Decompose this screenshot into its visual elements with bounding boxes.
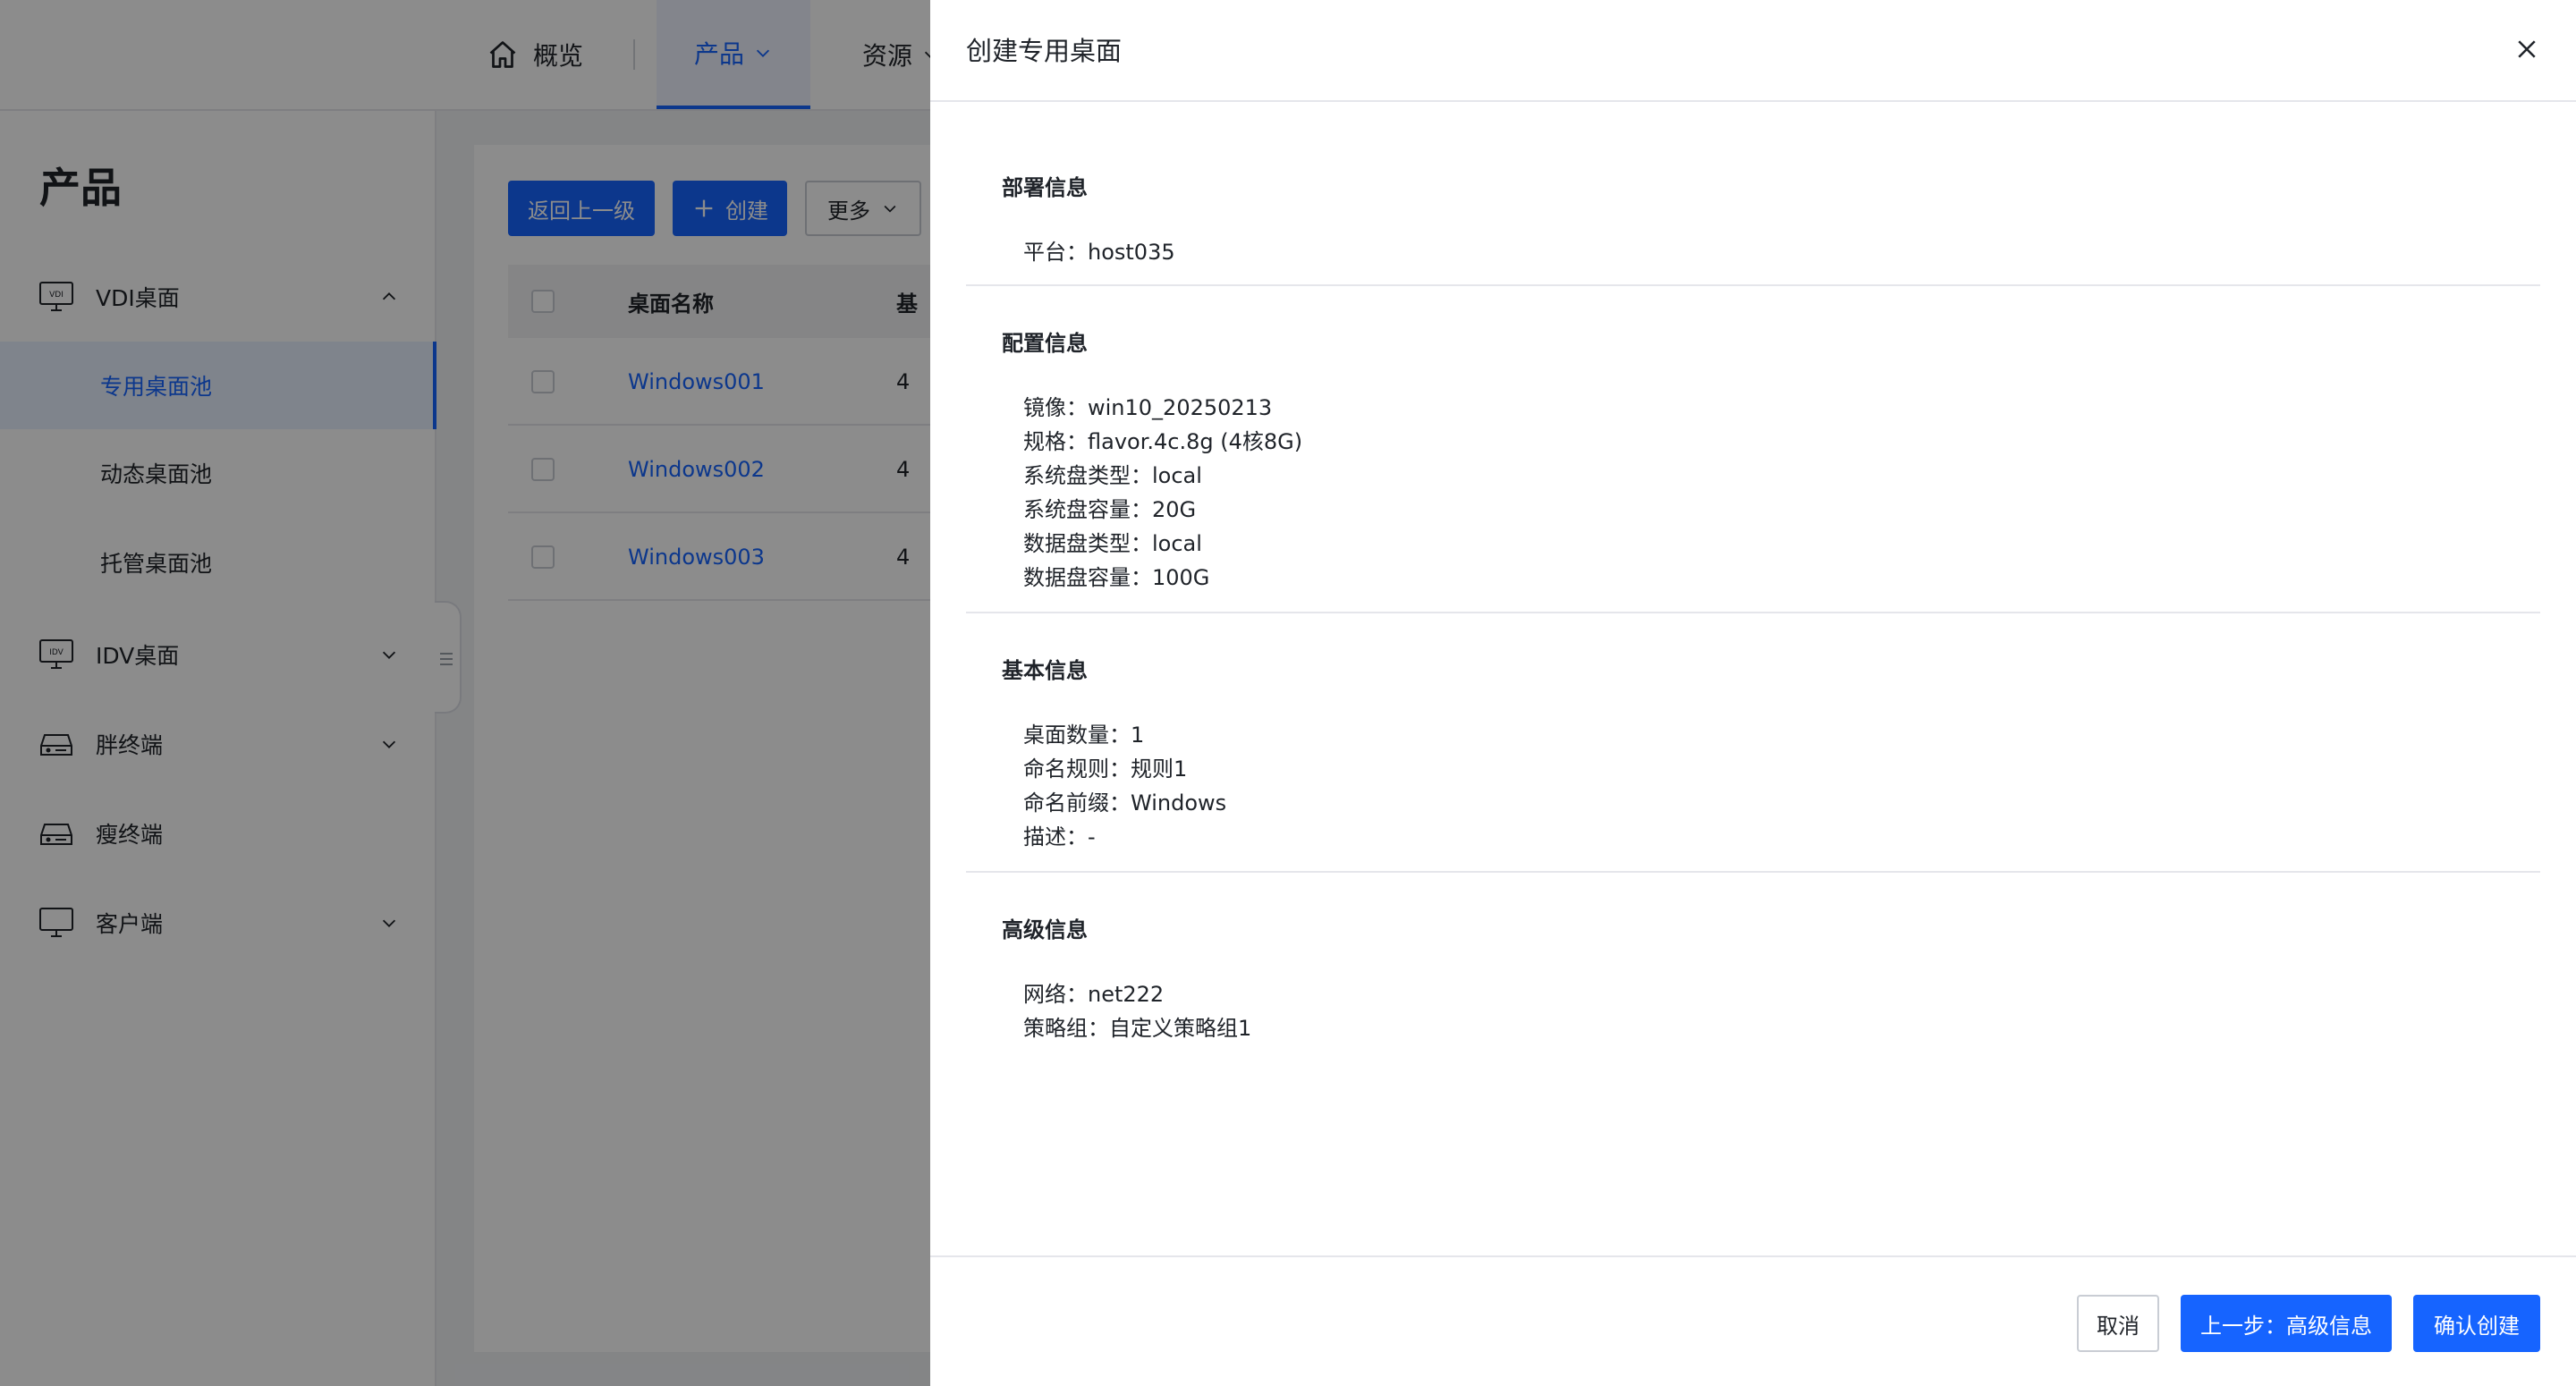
create-desktop-drawer: 创建专用桌面 部署信息 平台：host035 配置信息 镜像：win10_202…: [930, 0, 2576, 1386]
info-image: 镜像：win10_20250213: [1023, 395, 1273, 420]
drawer-footer: 取消 上一步：高级信息 确认创建: [930, 1255, 2576, 1386]
section-deploy-info: 部署信息 平台：host035: [966, 102, 2540, 286]
info-naming-prefix: 命名前缀：Windows: [1023, 790, 1227, 816]
section-title: 配置信息: [1002, 331, 1088, 356]
info-data-disk-size: 数据盘容量：100G: [1023, 565, 1210, 590]
info-system-disk-type: 系统盘类型：local: [1023, 463, 1202, 488]
drawer-title: 创建专用桌面: [966, 36, 1123, 66]
section-basic-info: 基本信息 桌面数量：1 命名规则：规则1 命名前缀：Windows 描述：-: [966, 613, 2540, 873]
info-network: 网络：net222: [1023, 982, 1165, 1007]
close-icon[interactable]: [2513, 36, 2540, 63]
section-title: 基本信息: [1002, 658, 1088, 683]
info-data-disk-type: 数据盘类型：local: [1023, 531, 1202, 556]
info-naming-rule: 命名规则：规则1: [1023, 756, 1188, 782]
info-policy-group: 策略组：自定义策略组1: [1023, 1016, 1252, 1041]
info-platform: 平台：host035: [1023, 240, 1175, 265]
confirm-create-button[interactable]: 确认创建: [2413, 1295, 2540, 1352]
section-config-info: 配置信息 镜像：win10_20250213 规格：flavor.4c.8g (…: [966, 286, 2540, 613]
info-system-disk-size: 系统盘容量：20G: [1023, 497, 1197, 522]
section-advanced-info: 高级信息 网络：net222 策略组：自定义策略组1: [966, 873, 2540, 1069]
info-desktop-count: 桌面数量：1: [1023, 723, 1145, 748]
previous-step-button[interactable]: 上一步：高级信息: [2181, 1295, 2392, 1352]
info-description: 描述：-: [1023, 824, 1096, 849]
section-title: 高级信息: [1002, 917, 1088, 942]
drawer-header: 创建专用桌面: [930, 0, 2576, 102]
section-title: 部署信息: [1002, 175, 1088, 200]
info-flavor: 规格：flavor.4c.8g (4核8G): [1023, 429, 1303, 454]
cancel-button[interactable]: 取消: [2077, 1295, 2159, 1352]
